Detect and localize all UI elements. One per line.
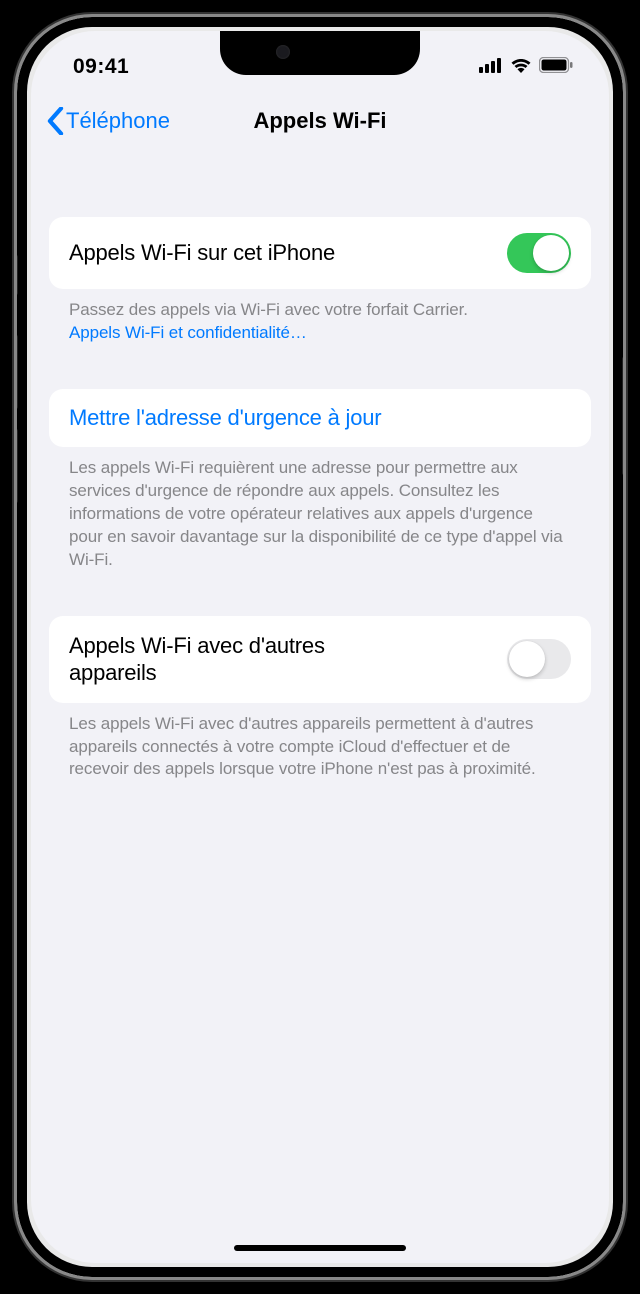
silence-switch <box>14 255 18 295</box>
section1-footer-text: Passez des appels via Wi-Fi avec votre f… <box>69 300 468 319</box>
phone-frame: 09:41 <box>14 14 626 1280</box>
home-indicator[interactable] <box>234 1245 406 1251</box>
wifi-icon <box>510 55 532 79</box>
chevron-left-icon <box>47 107 64 135</box>
wifi-calling-other-devices-toggle[interactable] <box>507 639 571 679</box>
notch <box>220 31 420 75</box>
volume-up-button <box>14 335 18 409</box>
status-time: 09:41 <box>73 55 193 79</box>
toggle-knob <box>509 641 545 677</box>
privacy-link[interactable]: Appels Wi-Fi et confidentialité… <box>69 323 307 342</box>
wifi-calling-other-devices-cell[interactable]: Appels Wi-Fi avec d'autres appareils <box>49 616 591 703</box>
wifi-calling-iphone-toggle[interactable] <box>507 233 571 273</box>
back-label: Téléphone <box>66 108 170 134</box>
content: Appels Wi-Fi sur cet iPhone Passez des a… <box>31 149 609 781</box>
wifi-calling-iphone-cell[interactable]: Appels Wi-Fi sur cet iPhone <box>49 217 591 289</box>
section1-footer: Passez des appels via Wi-Fi avec votre f… <box>49 289 591 345</box>
status-indicators <box>479 55 573 79</box>
wifi-calling-iphone-label: Appels Wi-Fi sur cet iPhone <box>69 239 335 267</box>
cellular-icon <box>479 55 503 79</box>
front-camera <box>276 45 290 59</box>
power-button <box>622 357 626 475</box>
update-emergency-address-label: Mettre l'adresse d'urgence à jour <box>69 405 381 431</box>
battery-icon <box>539 55 573 79</box>
section3-footer: Les appels Wi-Fi avec d'autres appareils… <box>49 703 591 782</box>
section2-footer: Les appels Wi-Fi requièrent une adresse … <box>49 447 591 572</box>
navigation-bar: Téléphone Appels Wi-Fi <box>31 93 609 149</box>
volume-down-button <box>14 429 18 503</box>
toggle-knob <box>533 235 569 271</box>
update-emergency-address-cell[interactable]: Mettre l'adresse d'urgence à jour <box>49 389 591 447</box>
wifi-calling-other-devices-label: Appels Wi-Fi avec d'autres appareils <box>69 632 369 687</box>
screen: 09:41 <box>31 31 609 1263</box>
back-button[interactable]: Téléphone <box>47 107 170 135</box>
